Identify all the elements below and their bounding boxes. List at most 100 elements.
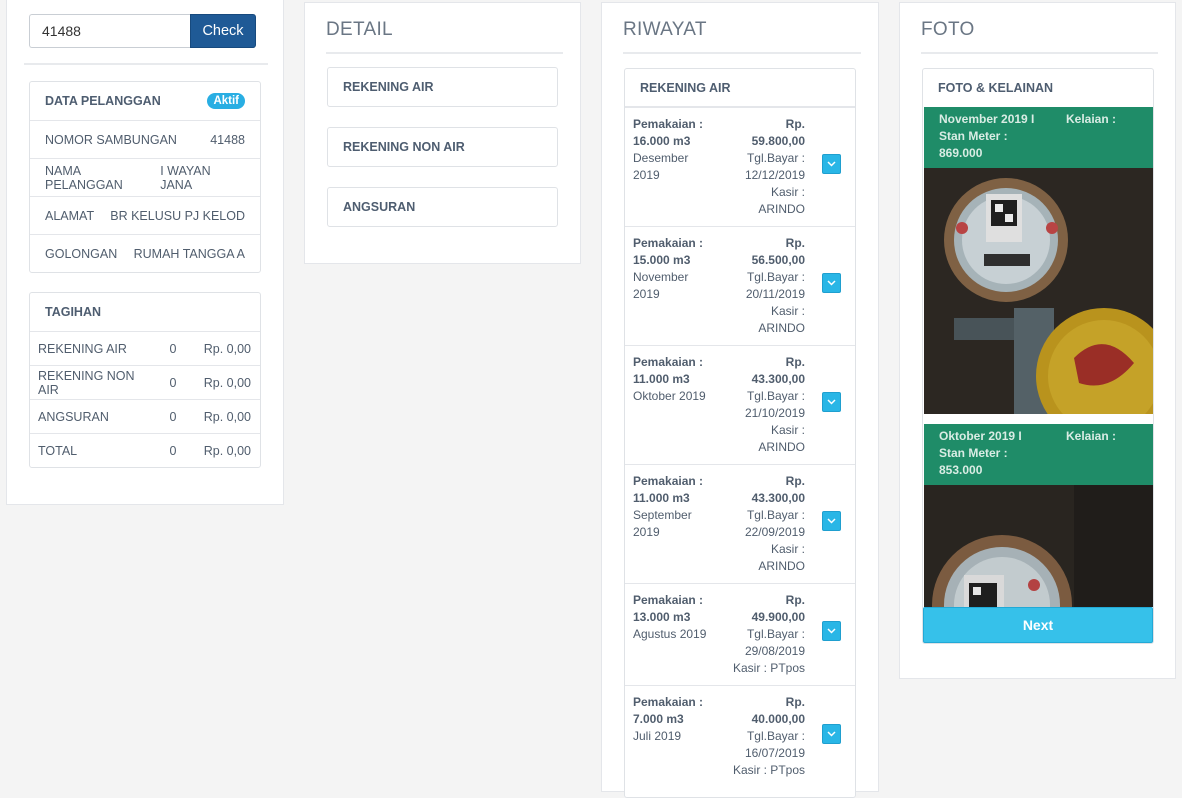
bill-amount: Rp. 0,00 bbox=[203, 375, 251, 390]
bill-total-row: TOTAL 0 Rp. 0,00 bbox=[30, 433, 260, 467]
period-text: November bbox=[633, 270, 689, 284]
history-item-usage: Pemakaian : 7.000 m3 Juli 2019 bbox=[633, 694, 723, 745]
photo-stan-value: 853.000 bbox=[939, 463, 983, 477]
history-item-payment: Rp. 43.300,00 Tgl.Bayar : 22/09/2019 Kasir :… bbox=[723, 473, 805, 575]
payment-info-text: 20/11/2019 bbox=[745, 287, 805, 301]
history-item-payment: Rp. 59.800,00 Tgl.Bayar : 12/12/2019 Kasir :… bbox=[723, 116, 805, 218]
search-panel: Check DATA PELANGGAN Aktif NOMOR SAMBUNG… bbox=[6, 0, 284, 505]
payment-info-text: Tgl.Bayar : bbox=[746, 151, 805, 165]
usage-text: Pemakaian : bbox=[633, 117, 704, 131]
payment-info-text: Kasir : bbox=[770, 423, 805, 437]
history-title: RIWAYAT bbox=[623, 3, 861, 54]
row-label: GOLONGAN bbox=[45, 246, 118, 261]
history-card-title: REKENING AIR bbox=[625, 69, 855, 107]
payment-info-text: Kasir : PTpos bbox=[732, 763, 805, 777]
detail-title: DETAIL bbox=[326, 3, 563, 54]
payment-info-text: Tgl.Bayar : bbox=[746, 729, 805, 743]
history-item-usage: Pemakaian : 15.000 m3 November 2019 bbox=[633, 235, 723, 303]
detail-rekening-non-air[interactable]: REKENING NON AIR bbox=[327, 127, 558, 167]
history-item-usage: Pemakaian : 13.000 m3 Agustus 2019 bbox=[633, 592, 723, 643]
amount-text: 40.000,00 bbox=[751, 712, 805, 726]
payment-info-text: Tgl.Bayar : bbox=[746, 389, 805, 403]
amount-text: Rp. bbox=[785, 117, 805, 131]
divider bbox=[24, 63, 268, 65]
customer-data-title: DATA PELANGGAN bbox=[45, 94, 161, 108]
payment-info-text: Kasir : bbox=[770, 304, 805, 318]
history-item-payment: Rp. 40.000,00 Tgl.Bayar : 16/07/2019 Kasir :… bbox=[723, 694, 805, 779]
meter-photo bbox=[924, 168, 1153, 414]
photo-header-left: Oktober 2019 I Stan Meter : 853.000 bbox=[939, 428, 1059, 479]
status-badge: Aktif bbox=[207, 93, 245, 109]
meter-photo bbox=[924, 485, 1153, 607]
bill-count: 0 bbox=[169, 375, 177, 390]
period-text: Juli 2019 bbox=[633, 729, 682, 743]
bill-header: TAGIHAN bbox=[30, 293, 260, 331]
photo-card-title: FOTO & KELAINAN bbox=[938, 81, 1054, 95]
usage-text: Pemakaian : bbox=[633, 695, 704, 709]
row-value: BR KELUSU PJ KELOD bbox=[110, 208, 245, 223]
bill-label: REKENING NON AIR bbox=[38, 368, 135, 397]
history-item: Pemakaian : 7.000 m3 Juli 2019 Rp. 40.000,00… bbox=[625, 685, 855, 795]
photo-header: Oktober 2019 I Stan Meter : 853.000 Kela… bbox=[924, 424, 1153, 485]
usage-text: 13.000 m3 bbox=[633, 610, 691, 624]
row-label: ALAMAT bbox=[45, 208, 95, 223]
search-input[interactable] bbox=[29, 14, 190, 48]
row-value: I WAYAN JANA bbox=[160, 163, 211, 192]
customer-data-card: DATA PELANGGAN Aktif NOMOR SAMBUNGAN 414… bbox=[29, 81, 261, 273]
customer-row-nama: NAMA PELANGGAN I WAYAN JANA bbox=[30, 158, 260, 196]
photo-header: November 2019 I Stan Meter : 869.000 Kel… bbox=[924, 107, 1153, 168]
amount-text: Rp. bbox=[785, 695, 805, 709]
bill-count: 0 bbox=[169, 443, 177, 458]
period-text: 2019 bbox=[633, 287, 660, 301]
payment-info-text: Tgl.Bayar : bbox=[746, 508, 805, 522]
photo-card: FOTO & KELAINAN November 2019 I Stan Met… bbox=[922, 68, 1154, 644]
usage-text: Pemakaian : bbox=[633, 593, 704, 607]
chevron-down-icon bbox=[827, 161, 836, 167]
payment-info-text: Tgl.Bayar : bbox=[746, 627, 805, 641]
amount-text: 43.300,00 bbox=[751, 372, 805, 386]
amount-text: Rp. bbox=[785, 236, 805, 250]
payment-info-text: Tgl.Bayar : bbox=[746, 270, 805, 284]
expand-button[interactable] bbox=[822, 273, 841, 293]
payment-info-text: 29/08/2019 bbox=[744, 644, 805, 658]
history-item: Pemakaian : 16.000 m3 Desember 2019 Rp. 59.80… bbox=[625, 107, 855, 226]
history-item: Pemakaian : 11.000 m3 September 2019 Rp. 43.3… bbox=[625, 464, 855, 583]
row-value: 41488 bbox=[210, 132, 245, 147]
photo-scroll-area[interactable]: November 2019 I Stan Meter : 869.000 Kel… bbox=[924, 107, 1153, 607]
photo-entry: November 2019 I Stan Meter : 869.000 Kel… bbox=[924, 107, 1153, 414]
check-button[interactable]: Check bbox=[190, 14, 256, 48]
detail-item-label: REKENING AIR bbox=[343, 80, 434, 94]
expand-button[interactable] bbox=[822, 621, 841, 641]
chevron-down-icon bbox=[827, 628, 836, 634]
photo-kelainan: Kelaian : bbox=[1066, 112, 1117, 126]
search-form: Check bbox=[29, 14, 256, 48]
payment-info-text: ARINDO bbox=[758, 440, 805, 454]
detail-rekening-air[interactable]: REKENING AIR bbox=[327, 67, 558, 107]
bill-label: ANGSURAN bbox=[38, 409, 109, 424]
history-item-payment: Rp. 43.300,00 Tgl.Bayar : 21/10/2019 Kasir :… bbox=[723, 354, 805, 456]
customer-row-nomor: NOMOR SAMBUNGAN 41488 bbox=[30, 120, 260, 158]
payment-info-text: Kasir : PTpos bbox=[732, 661, 805, 675]
amount-text: Rp. bbox=[785, 593, 805, 607]
chevron-down-icon bbox=[827, 518, 836, 524]
bill-row: REKENING NON AIR 0 Rp. 0,00 bbox=[30, 365, 260, 399]
payment-info-text: 22/09/2019 bbox=[744, 525, 805, 539]
photo-panel: FOTO FOTO & KELAINAN November 2019 I Sta… bbox=[899, 2, 1176, 679]
detail-angsuran[interactable]: ANGSURAN bbox=[327, 187, 558, 227]
customer-row-golongan: GOLONGAN RUMAH TANGGA A bbox=[30, 234, 260, 272]
expand-button[interactable] bbox=[822, 724, 841, 744]
meter-photo-image bbox=[924, 168, 1153, 414]
bill-title: TAGIHAN bbox=[45, 305, 102, 319]
detail-item-label: ANGSURAN bbox=[343, 200, 416, 214]
photo-title: FOTO bbox=[921, 3, 1158, 54]
period-text: Oktober 2019 bbox=[633, 389, 706, 403]
expand-button[interactable] bbox=[822, 154, 841, 174]
detail-panel: DETAIL REKENING AIR REKENING NON AIR ANG… bbox=[304, 2, 581, 264]
next-button[interactable]: Next bbox=[923, 607, 1153, 643]
bill-amount: Rp. 0,00 bbox=[203, 341, 251, 356]
expand-button[interactable] bbox=[822, 392, 841, 412]
photo-period: November 2019 I bbox=[939, 112, 1035, 126]
expand-button[interactable] bbox=[822, 511, 841, 531]
history-item-usage: Pemakaian : 11.000 m3 Oktober 2019 bbox=[633, 354, 723, 405]
history-item: Pemakaian : 15.000 m3 November 2019 Rp. 56.50… bbox=[625, 226, 855, 345]
